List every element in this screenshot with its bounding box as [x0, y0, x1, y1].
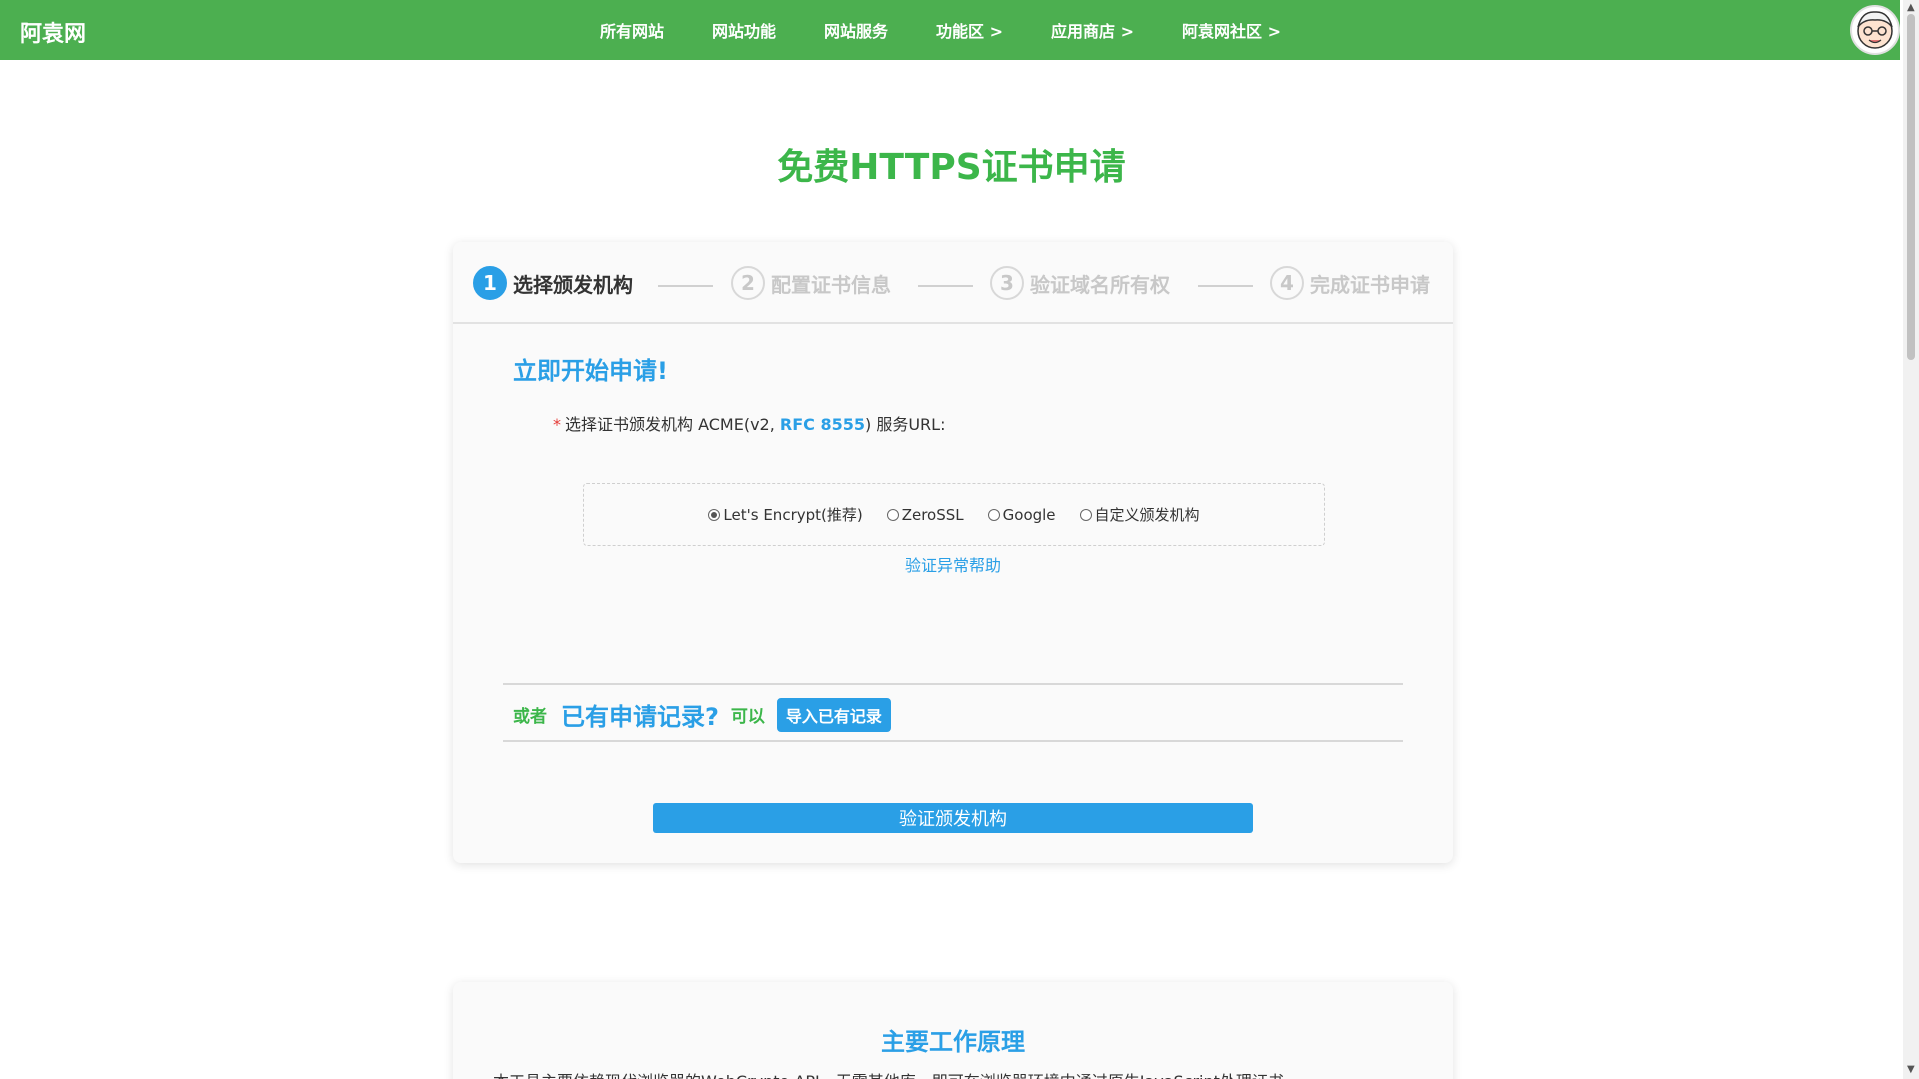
step-1: 1 选择颁发机构 [473, 266, 633, 300]
scroll-up-arrow-icon[interactable]: ▲ [1907, 2, 1915, 13]
radio-custom-ca[interactable]: 自定义颁发机构 [1079, 504, 1200, 525]
scroll-down-arrow-icon[interactable]: ▼ [1907, 1064, 1915, 1075]
import-record-button[interactable]: 导入已有记录 [776, 697, 891, 732]
can-text: 可以 [730, 707, 765, 727]
step-3: 3 验证域名所有权 [990, 266, 1170, 300]
radio-unchecked-icon[interactable] [886, 508, 899, 521]
principle-text: 本工具主要依赖现代浏览器的WebCrypto API，无需其他库，即可在浏览器环… [493, 1068, 1413, 1079]
ca-field-label: * 选择证书颁发机构 ACME(v2, RFC 8555) 服务URL: [553, 411, 945, 435]
step-label: 完成证书申请 [1310, 272, 1430, 297]
step-2: 2 配置证书信息 [731, 266, 891, 300]
radio-zerossl[interactable]: ZeroSSL [886, 505, 964, 524]
step-label: 选择颁发机构 [513, 272, 633, 297]
field-label-prefix: 选择证书颁发机构 ACME(v2, [565, 415, 780, 434]
radio-label: Let's Encrypt(推荐) [723, 506, 863, 524]
step-label: 验证域名所有权 [1030, 272, 1170, 297]
scrollbar-thumb[interactable] [1907, 14, 1915, 360]
nav-app-store[interactable]: 应用商店 > [1051, 18, 1134, 42]
step-number: 3 [990, 266, 1024, 300]
radio-label: Google [1002, 505, 1056, 524]
nav-all-sites[interactable]: 所有网站 [600, 18, 664, 42]
verify-ca-button[interactable]: 验证颁发机构 [653, 803, 1253, 833]
required-mark: * [553, 415, 561, 434]
step-number: 1 [473, 266, 507, 300]
radio-label: ZeroSSL [901, 505, 964, 524]
radio-label: 自定义颁发机构 [1094, 506, 1200, 524]
principle-card: 主要工作原理 本工具主要依赖现代浏览器的WebCrypto API，无需其他库，… [453, 982, 1453, 1079]
step-4: 4 完成证书申请 [1270, 266, 1430, 300]
existing-record-question: 已有申请记录? [561, 703, 719, 731]
nav-community[interactable]: 阿袁网社区 > [1182, 18, 1281, 42]
step-number: 2 [731, 266, 765, 300]
radio-checked-icon[interactable] [708, 508, 721, 521]
step-number: 4 [1270, 266, 1304, 300]
radio-google[interactable]: Google [987, 505, 1056, 524]
step-connector [658, 285, 713, 287]
user-avatar[interactable] [1850, 5, 1900, 55]
radio-unchecked-icon[interactable] [1079, 508, 1092, 521]
main-nav: 所有网站 网站功能 网站服务 功能区 > 应用商店 > 阿袁网社区 > [600, 0, 1329, 60]
verify-help-link: 验证异常帮助 [453, 552, 1453, 576]
page-title: 免费HTTPS证书申请 [777, 147, 1126, 188]
help-link-text[interactable]: 验证异常帮助 [905, 556, 1001, 575]
site-logo[interactable]: 阿袁网 [20, 16, 86, 48]
top-nav-bar: 阿袁网 所有网站 网站功能 网站服务 功能区 > 应用商店 > 阿袁网社区 > [0, 0, 1900, 60]
step-indicator: 1 选择颁发机构 2 配置证书信息 3 验证域名所有权 4 完成证书申请 [453, 242, 1453, 324]
application-card: 1 选择颁发机构 2 配置证书信息 3 验证域名所有权 4 完成证书申请 立即开… [453, 242, 1453, 863]
rfc-link[interactable]: RFC 8555 [780, 415, 865, 434]
field-label-suffix: ) 服务URL: [865, 415, 946, 434]
divider [503, 683, 1403, 685]
step-connector [918, 285, 973, 287]
principle-title: 主要工作原理 [881, 1028, 1025, 1056]
step-label: 配置证书信息 [771, 272, 891, 297]
divider [503, 740, 1403, 742]
page-scrollbar[interactable]: ▲ ▼ [1903, 0, 1919, 1079]
nav-function-area[interactable]: 功能区 > [936, 18, 1003, 42]
radio-unchecked-icon[interactable] [987, 508, 1000, 521]
ca-radio-group: Let's Encrypt(推荐) ZeroSSL Google 自定义颁发机构 [583, 483, 1325, 546]
nav-site-services[interactable]: 网站服务 [824, 18, 888, 42]
radio-letsencrypt[interactable]: Let's Encrypt(推荐) [708, 504, 863, 525]
nav-site-features[interactable]: 网站功能 [712, 18, 776, 42]
or-text: 或者 [513, 707, 547, 727]
import-record-row: 或者 已有申请记录? 可以 导入已有记录 [513, 697, 891, 732]
section-title: 立即开始申请! [513, 357, 668, 385]
step-connector [1198, 285, 1253, 287]
